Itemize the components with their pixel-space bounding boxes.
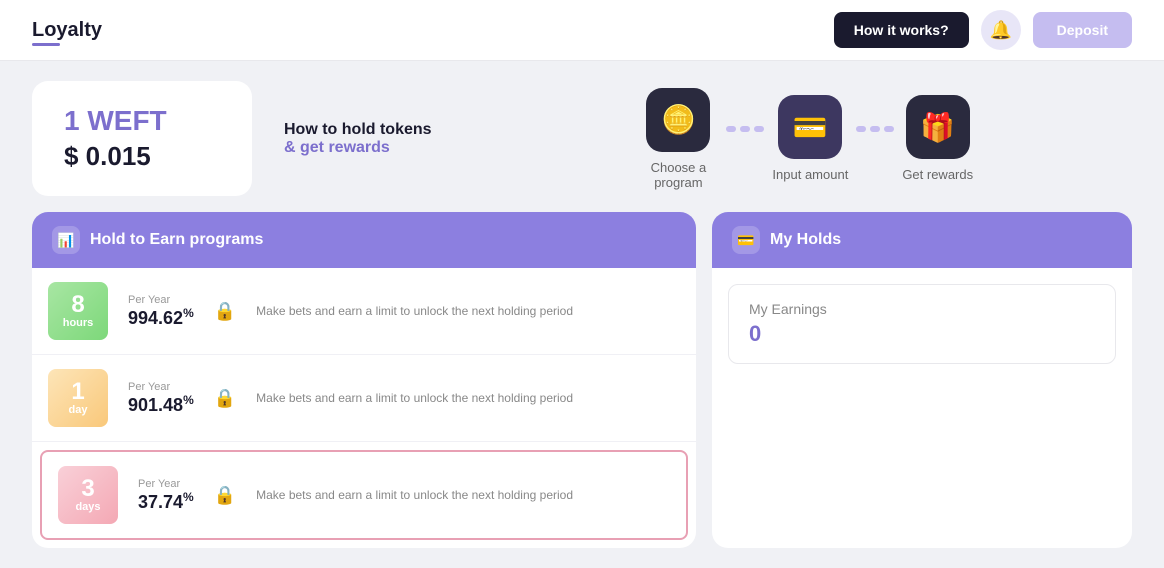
lock-icon-1d: 🔒 bbox=[214, 388, 236, 409]
program-badge-8h: 8 hours bbox=[48, 282, 108, 340]
program-rate-1d: Per Year 901.48% bbox=[128, 381, 194, 416]
my-holds-card: 💳 My Holds My Earnings 0 bbox=[712, 212, 1132, 548]
my-holds-header-icon: 💳 bbox=[732, 226, 760, 254]
how-to-section: How to hold tokens & get rewards bbox=[284, 121, 432, 157]
deposit-button[interactable]: Deposit bbox=[1033, 12, 1132, 48]
lock-icon-3d: 🔒 bbox=[214, 485, 236, 506]
program-rate-value-1d: 901.48% bbox=[128, 393, 194, 416]
get-rewards-label: Get rewards bbox=[902, 167, 973, 182]
program-time-unit-8h: hours bbox=[63, 317, 94, 329]
program-badge-3d: 3 days bbox=[58, 466, 118, 524]
program-rate-label-3d: Per Year bbox=[138, 478, 194, 490]
hero-price: $ 0.015 bbox=[64, 141, 220, 172]
program-desc-8h: Make bets and earn a limit to unlock the… bbox=[256, 304, 680, 318]
my-holds-header: 💳 My Holds bbox=[712, 212, 1132, 268]
how-to-line2: & get rewards bbox=[284, 139, 390, 157]
program-time-num-1d: 1 bbox=[71, 380, 84, 404]
dot bbox=[754, 126, 764, 132]
bell-icon: 🔔 bbox=[989, 20, 1011, 41]
program-item-8h[interactable]: 8 hours Per Year 994.62% 🔒 Make bets and… bbox=[32, 268, 696, 355]
bottom-section: 📊 Hold to Earn programs 8 hours Per Year… bbox=[32, 212, 1132, 548]
step-dots-2 bbox=[856, 126, 894, 132]
program-time-num-8h: 8 bbox=[71, 293, 84, 317]
hero-card: 1 WEFT $ 0.015 bbox=[32, 81, 252, 196]
program-rate-8h: Per Year 994.62% bbox=[128, 294, 194, 329]
dot bbox=[726, 126, 736, 132]
program-time-unit-3d: days bbox=[75, 501, 100, 513]
program-rate-label-8h: Per Year bbox=[128, 294, 194, 306]
my-holds-header-title: My Holds bbox=[770, 231, 841, 249]
program-item-1d[interactable]: 1 day Per Year 901.48% 🔒 Make bets and e… bbox=[32, 355, 696, 442]
program-rate-value-8h: 994.62% bbox=[128, 306, 194, 329]
program-rate-3d: Per Year 37.74% bbox=[138, 478, 194, 513]
dot bbox=[870, 126, 880, 132]
input-amount-icon: 💳 bbox=[778, 95, 842, 159]
steps-section: 🪙 Choose a program 💳 Input amount bbox=[480, 88, 1132, 190]
program-time-num-3d: 3 bbox=[81, 477, 94, 501]
top-bar: Loyalty How it works? 🔔 Deposit bbox=[0, 0, 1164, 61]
programs-header-icon: 📊 bbox=[52, 226, 80, 254]
step-choose-program: 🪙 Choose a program bbox=[638, 88, 718, 190]
get-rewards-icon: 🎁 bbox=[906, 95, 970, 159]
dot bbox=[856, 126, 866, 132]
dot bbox=[740, 126, 750, 132]
program-rate-label-1d: Per Year bbox=[128, 381, 194, 393]
my-earnings-label: My Earnings bbox=[749, 301, 1095, 317]
top-section: 1 WEFT $ 0.015 How to hold tokens & get … bbox=[32, 81, 1132, 196]
my-earnings-value: 0 bbox=[749, 321, 1095, 347]
dot bbox=[884, 126, 894, 132]
step-get-rewards: 🎁 Get rewards bbox=[902, 95, 973, 182]
program-badge-1d: 1 day bbox=[48, 369, 108, 427]
how-it-works-button[interactable]: How it works? bbox=[834, 12, 969, 48]
step-dots-1 bbox=[726, 126, 764, 132]
my-earnings-box: My Earnings 0 bbox=[728, 284, 1116, 364]
lock-icon-8h: 🔒 bbox=[214, 301, 236, 322]
programs-header: 📊 Hold to Earn programs bbox=[32, 212, 696, 268]
step-input-amount: 💳 Input amount bbox=[772, 95, 848, 182]
choose-program-label: Choose a program bbox=[638, 160, 718, 190]
input-amount-label: Input amount bbox=[772, 167, 848, 182]
programs-header-title: Hold to Earn programs bbox=[90, 231, 263, 249]
program-rate-value-3d: 37.74% bbox=[138, 490, 194, 513]
choose-program-icon: 🪙 bbox=[646, 88, 710, 152]
top-bar-actions: How it works? 🔔 Deposit bbox=[834, 10, 1132, 50]
bell-button[interactable]: 🔔 bbox=[981, 10, 1021, 50]
program-desc-1d: Make bets and earn a limit to unlock the… bbox=[256, 391, 680, 405]
page-title: Loyalty bbox=[32, 19, 102, 42]
program-item-3d[interactable]: 3 days Per Year 37.74% 🔒 Make bets and e… bbox=[40, 450, 688, 540]
program-time-unit-1d: day bbox=[69, 404, 88, 416]
main-content: 1 WEFT $ 0.015 How to hold tokens & get … bbox=[0, 61, 1164, 568]
hero-token: 1 WEFT bbox=[64, 105, 220, 137]
how-to-line1: How to hold tokens bbox=[284, 121, 432, 139]
program-desc-3d: Make bets and earn a limit to unlock the… bbox=[256, 488, 670, 502]
programs-card: 📊 Hold to Earn programs 8 hours Per Year… bbox=[32, 212, 696, 548]
